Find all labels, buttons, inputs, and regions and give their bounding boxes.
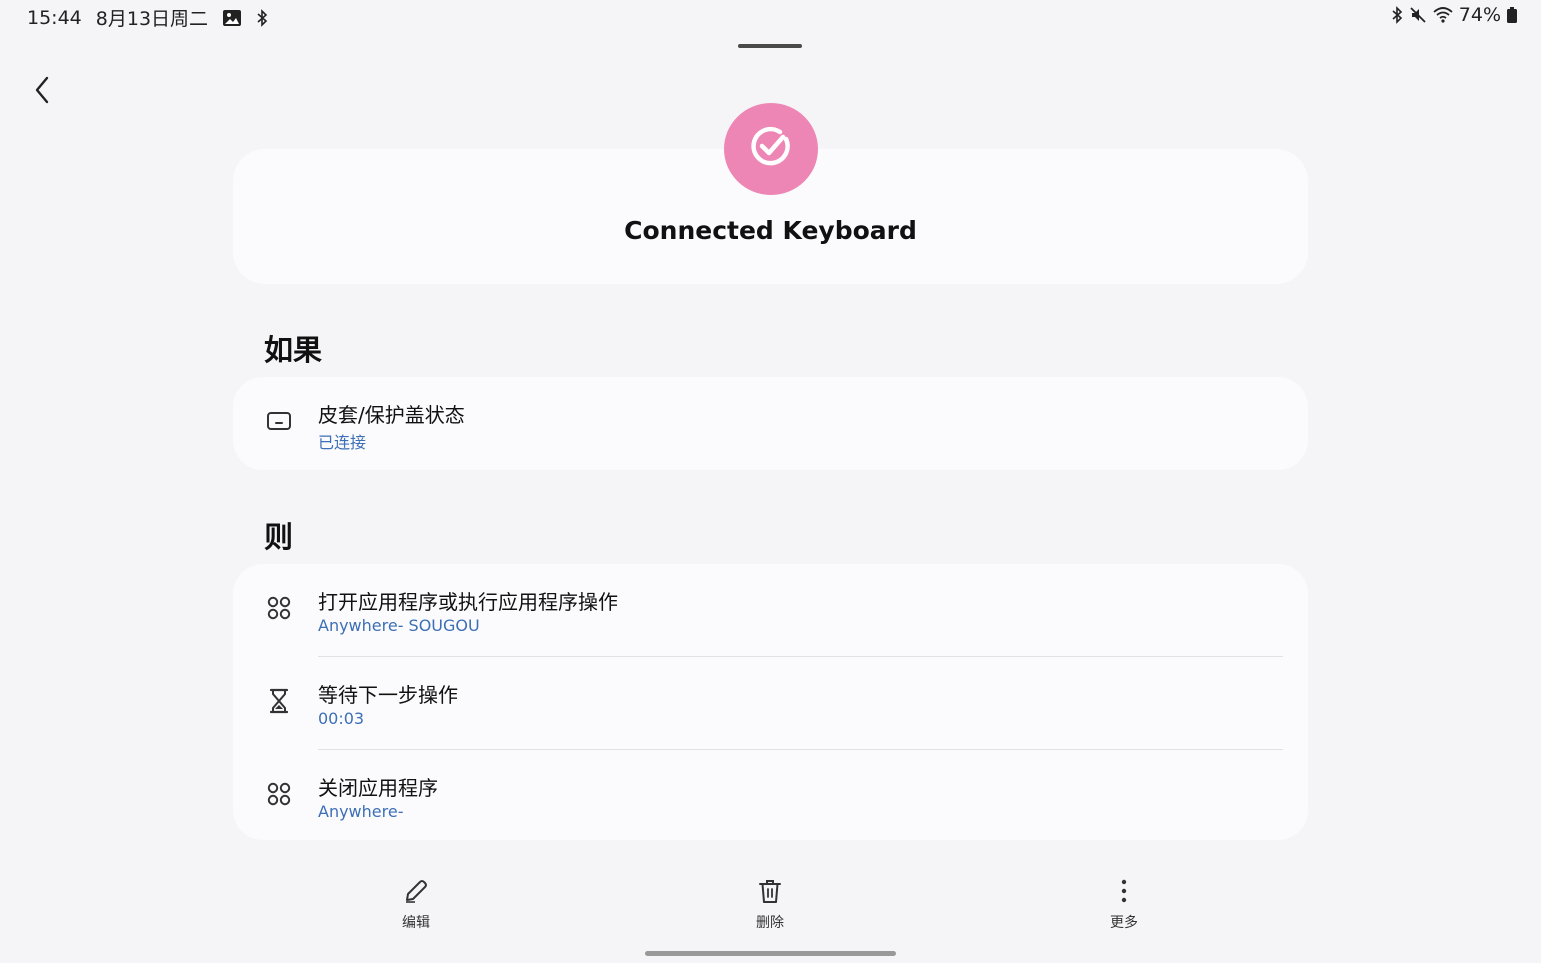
routine-detail-screen: 15:44 8月13日周二 74% Connected Keyboard 如果 … (0, 0, 1541, 963)
if-conditions-card: 皮套/保护盖状态 已连接 (233, 377, 1308, 470)
action-title: 等待下一步操作 (318, 683, 458, 707)
more-label: 更多 (1110, 915, 1138, 931)
drag-handle[interactable] (738, 44, 802, 48)
edit-button[interactable]: 编辑 (356, 876, 476, 940)
apps-icon (263, 778, 295, 810)
more-button[interactable]: 更多 (1064, 876, 1184, 940)
check-circle-icon (748, 124, 794, 174)
bluetooth-icon (1391, 6, 1403, 24)
action-item-close-app[interactable]: 关闭应用程序 Anywhere- (233, 750, 1308, 843)
condition-value: 已连接 (318, 433, 367, 452)
cover-icon (263, 405, 295, 437)
hourglass-icon (263, 685, 295, 717)
status-time: 15:44 (27, 6, 82, 29)
mute-icon (1409, 6, 1427, 24)
trash-icon (755, 876, 785, 906)
action-value: 00:03 (318, 709, 365, 728)
then-section-title: 则 (264, 520, 294, 554)
action-value: Anywhere- SOUGOU (318, 616, 480, 635)
home-indicator[interactable] (645, 951, 896, 956)
back-button[interactable] (22, 72, 62, 112)
delete-button[interactable]: 删除 (710, 876, 830, 940)
status-date: 8月13日周二 (95, 8, 209, 30)
battery-icon (1507, 7, 1517, 23)
condition-title: 皮套/保护盖状态 (318, 403, 465, 427)
if-section-title: 如果 (264, 333, 323, 367)
action-item-wait[interactable]: 等待下一步操作 00:03 (233, 657, 1308, 750)
action-value: Anywhere- (318, 802, 404, 821)
wifi-icon (1433, 6, 1453, 24)
bluetooth-icon (256, 8, 268, 27)
then-actions-card: 打开应用程序或执行应用程序操作 Anywhere- SOUGOU 等待下一步操作… (233, 564, 1308, 840)
edit-label: 编辑 (402, 915, 430, 931)
condition-item-cover-status[interactable]: 皮套/保护盖状态 已连接 (233, 377, 1308, 470)
delete-label: 删除 (756, 915, 784, 931)
more-vertical-icon (1109, 876, 1139, 906)
chevron-left-icon (34, 76, 50, 108)
pencil-icon (401, 876, 431, 906)
action-title: 关闭应用程序 (318, 776, 438, 800)
routine-icon[interactable] (724, 103, 818, 195)
action-item-open-app[interactable]: 打开应用程序或执行应用程序操作 Anywhere- SOUGOU (233, 564, 1308, 657)
apps-icon (263, 592, 295, 624)
routine-title[interactable]: Connected Keyboard (233, 216, 1308, 245)
status-bar: 15:44 8月13日周二 74% (0, 0, 1541, 32)
image-icon (222, 9, 242, 27)
action-title: 打开应用程序或执行应用程序操作 (318, 590, 618, 614)
battery-level: 74% (1458, 4, 1501, 26)
